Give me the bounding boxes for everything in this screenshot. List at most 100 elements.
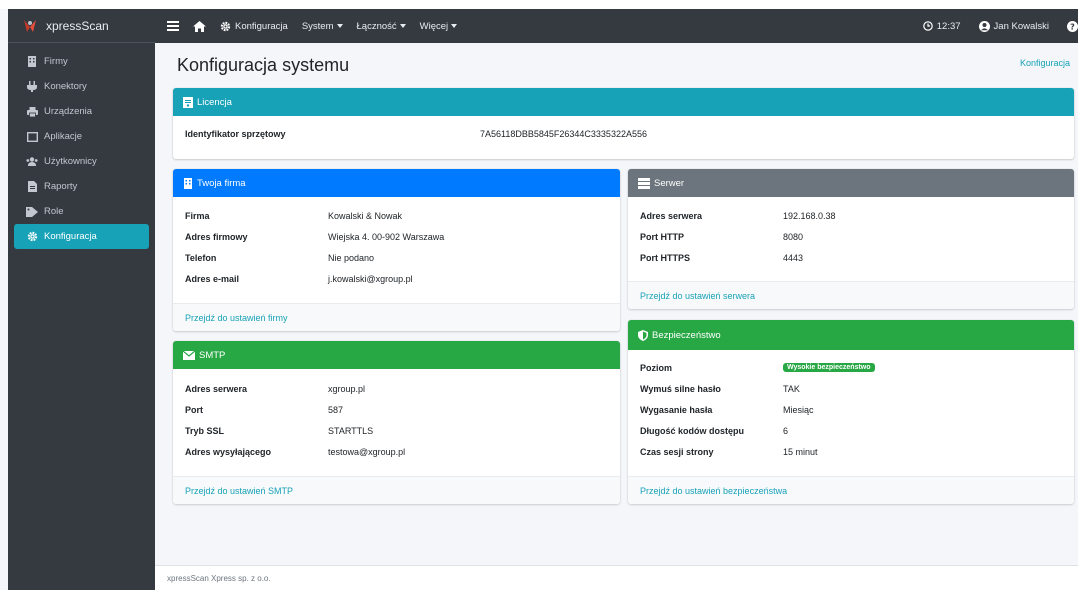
brand-logo-icon: [22, 18, 38, 34]
svg-text:?: ?: [1070, 22, 1075, 31]
tag-icon: [26, 206, 38, 217]
smtp-row-label: Port: [185, 405, 203, 415]
gear-icon: [220, 21, 231, 32]
sidebar-item-konfiguracja[interactable]: Konfiguracja: [14, 224, 149, 249]
smtp-card-title: SMTP: [199, 349, 226, 361]
shield-icon: [638, 329, 648, 341]
building-icon: [26, 56, 38, 67]
nav-menu-label: System: [301, 20, 334, 32]
company-card: Twoja firma Firma Kowalski & Nowak Adres…: [173, 169, 620, 331]
help-icon[interactable]: ?: [1067, 20, 1078, 32]
top-navbar: Konfiguracja System Łączność Więcej 12:3…: [155, 9, 1078, 43]
main-content: Konfiguracja systemu Konfiguracja Licenc…: [155, 43, 1078, 565]
nav-menu-lacznosc[interactable]: Łączność: [357, 21, 406, 32]
security-row-value: 15 minut: [783, 447, 818, 457]
home-icon[interactable]: [193, 20, 206, 32]
caret-down-icon: [399, 24, 406, 28]
clock-time: 12:37: [936, 20, 961, 32]
clock: 12:37: [922, 20, 961, 32]
sidebar-item-label: Użytkownicy: [44, 156, 97, 167]
security-row-label: Czas sesji strony: [640, 447, 714, 457]
security-card-title: Bezpieczeństwo: [652, 329, 721, 341]
gear-icon: [26, 231, 38, 242]
nav-konfiguracja-label: Konfiguracja: [235, 20, 288, 32]
smtp-card-header: SMTP: [173, 341, 620, 369]
server-row-value: 192.168.0.38: [783, 211, 836, 221]
company-settings-link[interactable]: Przejdź do ustawień firmy: [173, 303, 620, 331]
sidebar-item-uzytkownicy[interactable]: Użytkownicy: [8, 149, 155, 174]
nav-konfiguracja[interactable]: Konfiguracja: [220, 21, 288, 32]
smtp-row-label: Adres serwera: [185, 384, 248, 394]
smtp-row-label: Adres wysyłającego: [185, 447, 272, 457]
clock-icon: [922, 21, 933, 31]
server-row-label: Adres serwera: [640, 211, 703, 221]
page-footer: xpressScan Xpress sp. z o.o.: [155, 565, 1078, 590]
security-card: Bezpieczeństwo Poziom Wysokie bezpieczeń…: [628, 320, 1074, 504]
server-row-label: Port HTTP: [640, 232, 684, 242]
sidebar-item-label: Urządzenia: [44, 106, 93, 117]
security-card-header: Bezpieczeństwo: [628, 320, 1074, 350]
user-menu[interactable]: Jan Kowalski: [978, 20, 1049, 32]
brand-link[interactable]: xpressScan: [8, 9, 155, 43]
server-card-header: Serwer: [628, 169, 1074, 197]
security-level-badge: Wysokie bezpieczeństwo: [783, 363, 875, 372]
company-row-value: Kowalski & Nowak: [328, 211, 403, 221]
sidebar-item-urzadzenia[interactable]: Urządzenia: [8, 99, 155, 124]
user-name: Jan Kowalski: [993, 20, 1049, 32]
security-row-label: Wymuś silne hasło: [640, 384, 721, 394]
printer-icon: [26, 106, 38, 117]
nav-menu-system[interactable]: System: [302, 21, 343, 32]
security-settings-link[interactable]: Przejdź do ustawień bezpieczeństwa: [628, 476, 1074, 504]
plug-icon: [26, 81, 38, 92]
license-hwid-value: 7A56118DBB5845F26344C3335322A556: [480, 129, 647, 139]
server-settings-link[interactable]: Przejdź do ustawień serwera: [628, 281, 1074, 309]
sidebar-item-label: Role: [44, 206, 64, 217]
server-row-value: 8080: [783, 232, 804, 242]
smtp-row-value: xgroup.pl: [328, 384, 366, 394]
sidebar-item-firmy[interactable]: Firmy: [8, 49, 155, 74]
sidebar-item-role[interactable]: Role: [8, 199, 155, 224]
license-hwid-label: Identyfikator sprzętowy: [185, 129, 286, 139]
smtp-row-value: testowa@xgroup.pl: [328, 447, 406, 457]
company-card-header: Twoja firma: [173, 169, 620, 197]
envelope-icon: [183, 350, 195, 360]
smtp-card: SMTP Adres serwera xgroup.pl Port 587 Tr…: [173, 341, 620, 504]
smtp-row-value: 587: [328, 405, 344, 415]
server-card: Serwer Adres serwera 192.168.0.38 Port H…: [628, 169, 1074, 309]
hamburger-menu-icon[interactable]: [167, 21, 179, 31]
server-row-label: Port HTTPS: [640, 253, 691, 263]
brand-name: xpressScan: [46, 18, 109, 33]
company-card-title: Twoja firma: [197, 177, 246, 189]
nav-menu-label: Więcej: [419, 20, 449, 32]
sidebar-item-label: Firmy: [44, 56, 68, 67]
sidebar-item-label: Raporty: [44, 181, 78, 192]
caret-down-icon: [336, 24, 343, 28]
security-row-value: TAK: [783, 384, 800, 394]
security-row-label: Wygasanie hasła: [640, 405, 713, 415]
security-level-label: Poziom: [640, 363, 673, 373]
sidebar-item-label: Konfiguracja: [44, 231, 97, 242]
file-icon: [26, 181, 38, 192]
smtp-row-label: Tryb SSL: [185, 426, 225, 436]
security-row-value: Miesiąc: [783, 405, 814, 415]
sidebar-item-raporty[interactable]: Raporty: [8, 174, 155, 199]
license-card: Licencja Identyfikator sprzętowy 7A56118…: [173, 88, 1074, 159]
license-card-header: Licencja: [173, 88, 1074, 116]
building-icon: [183, 177, 193, 189]
nav-menu-wiecej[interactable]: Więcej: [420, 21, 458, 32]
smtp-settings-link[interactable]: Przejdź do ustawień SMTP: [173, 476, 620, 504]
users-icon: [26, 157, 38, 166]
page-title: Konfiguracja systemu: [177, 55, 350, 75]
company-row-label: Firma: [185, 211, 210, 221]
sidebar-item-label: Konektory: [44, 81, 87, 92]
company-row-label: Telefon: [185, 253, 217, 263]
sidebar: xpressScan Firmy Konektory Urządzenia Ap…: [8, 9, 155, 590]
user-circle-icon: [978, 20, 990, 32]
certificate-icon: [183, 96, 193, 108]
nav-menu-label: Łączność: [356, 20, 397, 32]
footer-text: xpressScan Xpress sp. z o.o.: [167, 573, 271, 583]
sidebar-item-konektory[interactable]: Konektory: [8, 74, 155, 99]
company-row-label: Adres e-mail: [185, 274, 240, 284]
sidebar-item-aplikacje[interactable]: Aplikacje: [8, 124, 155, 149]
breadcrumb[interactable]: Konfiguracja: [1020, 58, 1070, 68]
